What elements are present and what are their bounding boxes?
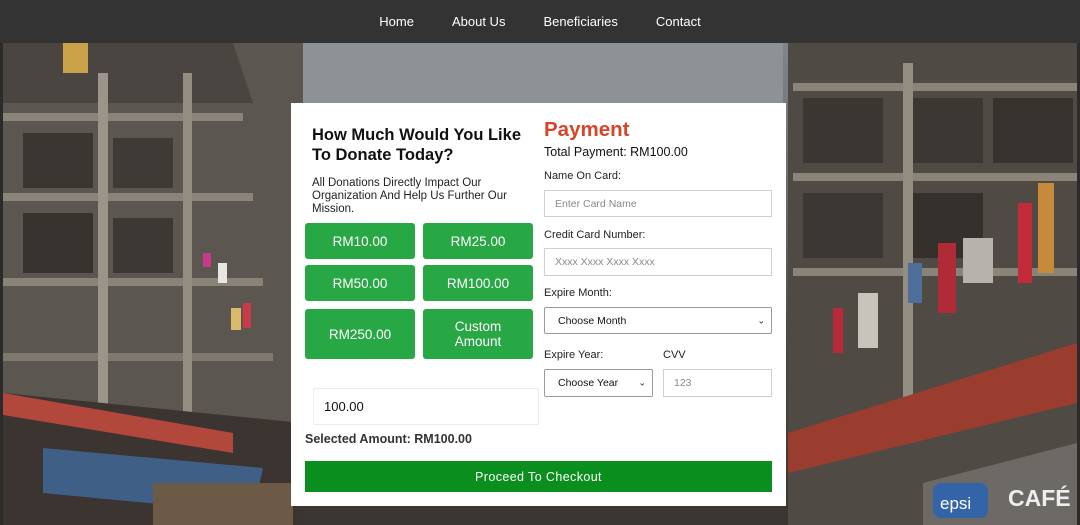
- card-name-input[interactable]: [544, 190, 772, 217]
- custom-amount-button[interactable]: Custom Amount: [423, 309, 533, 359]
- name-on-card-label: Name On Card:: [544, 170, 622, 182]
- expire-year-select[interactable]: Choose Year ⌄: [544, 369, 653, 397]
- expire-month-label: Expire Month:: [544, 287, 612, 299]
- svg-text:epsi: epsi: [940, 494, 971, 513]
- expire-year-value: Choose Year: [558, 377, 619, 389]
- chevron-down-icon: ⌄: [757, 315, 765, 325]
- amount-button-250[interactable]: RM250.00: [305, 309, 415, 359]
- chevron-down-icon: ⌄: [638, 377, 646, 388]
- card-number-label: Credit Card Number:: [544, 229, 646, 241]
- donation-card: How Much Would You Like To Donate Today?…: [291, 103, 786, 506]
- amount-button-50[interactable]: RM50.00: [305, 265, 415, 301]
- amount-button-10[interactable]: RM10.00: [305, 223, 415, 259]
- donate-heading: How Much Would You Like To Donate Today?: [312, 126, 521, 164]
- expire-month-value: Choose Month: [558, 314, 627, 327]
- card-number-input[interactable]: [544, 248, 772, 276]
- amount-input[interactable]: [313, 388, 539, 425]
- donate-description: All Donations Directly Impact Our Organi…: [312, 177, 507, 215]
- total-payment: Total Payment: RM100.00: [544, 145, 688, 159]
- expire-month-select[interactable]: Choose Month ⌄: [544, 307, 772, 334]
- svg-text:CAFÉ: CAFÉ: [1008, 484, 1071, 511]
- nav-contact-link[interactable]: Contact: [637, 14, 720, 29]
- expire-year-label: Expire Year:: [544, 349, 604, 361]
- cvv-label: CVV: [663, 349, 686, 361]
- payment-heading: Payment: [544, 118, 630, 141]
- top-navbar: Home About Us Beneficiaries Contact: [0, 0, 1080, 43]
- selected-amount-label: Selected Amount: RM100.00: [305, 432, 472, 446]
- proceed-to-checkout-button[interactable]: Proceed To Checkout: [305, 461, 772, 492]
- amount-button-100[interactable]: RM100.00: [423, 265, 533, 301]
- amount-button-25[interactable]: RM25.00: [423, 223, 533, 259]
- cvv-input[interactable]: [663, 369, 772, 397]
- nav-home-link[interactable]: Home: [360, 14, 433, 29]
- nav-about-link[interactable]: About Us: [433, 14, 524, 29]
- nav-beneficiaries-link[interactable]: Beneficiaries: [524, 14, 636, 29]
